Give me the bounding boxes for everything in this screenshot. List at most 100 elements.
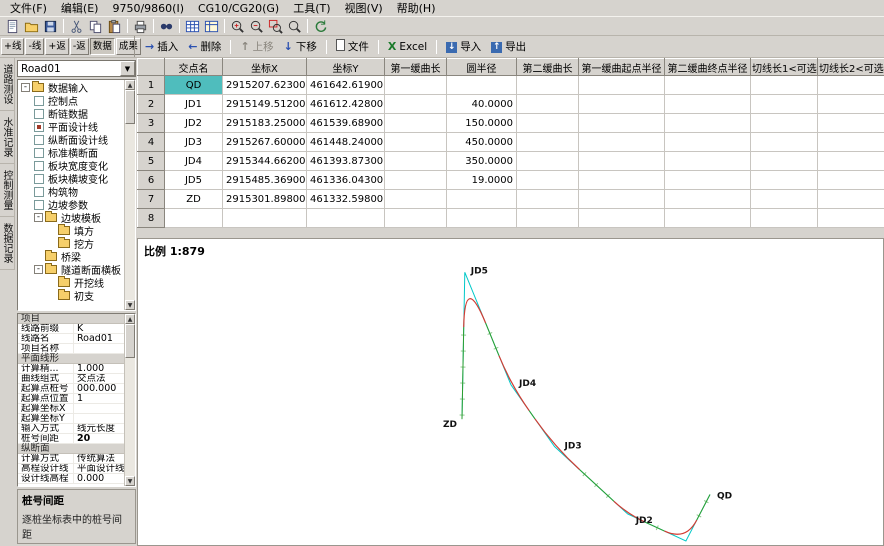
table-cell[interactable]: [517, 95, 579, 114]
table-cell[interactable]: 2915183.25000: [223, 114, 307, 133]
scroll-track[interactable]: [125, 124, 135, 300]
table-cell[interactable]: 2915485.36900: [223, 171, 307, 190]
table-cell[interactable]: QD: [165, 76, 223, 95]
menu-item[interactable]: 9750/9860(I): [105, 1, 191, 16]
menu-item[interactable]: 文件(F): [3, 1, 54, 16]
expander-icon[interactable]: -: [34, 213, 43, 222]
checkbox[interactable]: [34, 187, 44, 197]
table-cell[interactable]: [818, 95, 884, 114]
table-corner[interactable]: [138, 59, 165, 76]
side-tab[interactable]: 控制测量: [0, 164, 15, 217]
table-cell[interactable]: [818, 133, 884, 152]
property-row[interactable]: 起算点位置1: [18, 394, 135, 404]
toolbar-down-button[interactable]: ↓下移: [280, 38, 321, 56]
property-row[interactable]: 设计线高程0.000: [18, 474, 135, 484]
property-row[interactable]: 线路前缀K: [18, 324, 135, 334]
table-cell[interactable]: [517, 133, 579, 152]
tb-open-folder-button[interactable]: [22, 17, 41, 35]
table-cell[interactable]: 461336.04300: [307, 171, 385, 190]
table-cell[interactable]: [665, 76, 751, 95]
table-cell[interactable]: [517, 190, 579, 209]
table-cell[interactable]: [447, 209, 517, 228]
menu-item[interactable]: 工具(T): [286, 1, 337, 16]
toolbar-delete-button[interactable]: ←删除: [184, 38, 225, 56]
tb-rotate-button[interactable]: [311, 17, 330, 35]
table-cell[interactable]: [579, 133, 665, 152]
table-cell[interactable]: [818, 190, 884, 209]
table-cell[interactable]: 40.0000: [447, 95, 517, 114]
table-cell[interactable]: [751, 95, 818, 114]
property-row[interactable]: 输入方式线元长度: [18, 424, 135, 434]
mode-tab[interactable]: -返: [70, 38, 89, 55]
table-cell[interactable]: [447, 190, 517, 209]
table-cell[interactable]: 461393.87300: [307, 152, 385, 171]
mode-tab[interactable]: +返: [45, 38, 68, 55]
table-cell[interactable]: 350.0000: [447, 152, 517, 171]
table-cell[interactable]: [818, 76, 884, 95]
table-cell[interactable]: [665, 190, 751, 209]
row-header[interactable]: 7: [138, 190, 165, 209]
table-cell[interactable]: [818, 114, 884, 133]
tb-new-file-button[interactable]: [3, 17, 22, 35]
property-row[interactable]: 起算坐标X: [18, 404, 135, 414]
table-cell[interactable]: 2915149.51200: [223, 95, 307, 114]
expander-icon[interactable]: -: [34, 265, 43, 274]
table-cell[interactable]: [818, 209, 884, 228]
table-cell[interactable]: ZD: [165, 190, 223, 209]
property-row[interactable]: 曲线组式交点法: [18, 374, 135, 384]
property-row[interactable]: 起算点桩号000.000: [18, 384, 135, 394]
table-cell[interactable]: 461332.59800: [307, 190, 385, 209]
tb-grid-large-button[interactable]: [183, 17, 202, 35]
column-header[interactable]: 第二缓曲长: [517, 59, 579, 76]
table-cell[interactable]: [665, 171, 751, 190]
tb-print-button[interactable]: [131, 17, 150, 35]
tb-zoom-out-button[interactable]: [247, 17, 266, 35]
table-cell[interactable]: JD5: [165, 171, 223, 190]
tb-paste-button[interactable]: [105, 17, 124, 35]
table-cell[interactable]: [751, 114, 818, 133]
plot-area[interactable]: 比例 1:879 QDJD1JD2JD3JD4JD5ZD: [137, 238, 884, 546]
column-header[interactable]: 切线长2<可选>: [818, 59, 884, 76]
property-row[interactable]: 线路名Road01: [18, 334, 135, 344]
tree-item[interactable]: 初支: [18, 289, 135, 302]
table-cell[interactable]: [517, 76, 579, 95]
column-header[interactable]: 圆半径: [447, 59, 517, 76]
table-cell[interactable]: [665, 152, 751, 171]
mode-tab[interactable]: +线: [1, 38, 24, 55]
scroll-down-icon[interactable]: ▼: [125, 300, 135, 310]
table-cell[interactable]: [665, 95, 751, 114]
table-cell[interactable]: 461448.24000: [307, 133, 385, 152]
property-row[interactable]: 计算精...1.000: [18, 364, 135, 374]
mode-tab[interactable]: -线: [25, 38, 44, 55]
table-cell[interactable]: 150.0000: [447, 114, 517, 133]
column-header[interactable]: 切线长1<可选>: [751, 59, 818, 76]
column-header[interactable]: 坐标Y: [307, 59, 385, 76]
tb-zoom-extent-button[interactable]: [285, 17, 304, 35]
table-cell[interactable]: [447, 76, 517, 95]
property-row[interactable]: 起算坐标Y: [18, 414, 135, 424]
tb-zoom-window-button[interactable]: [266, 17, 285, 35]
table-cell[interactable]: 2915267.60000: [223, 133, 307, 152]
tb-cut-button[interactable]: [67, 17, 86, 35]
table-cell[interactable]: 19.0000: [447, 171, 517, 190]
table-cell[interactable]: [385, 114, 447, 133]
table-cell[interactable]: [385, 190, 447, 209]
table-cell[interactable]: [517, 152, 579, 171]
row-header[interactable]: 1: [138, 76, 165, 95]
side-tab[interactable]: 道路测设: [0, 58, 15, 111]
menu-item[interactable]: 编辑(E): [54, 1, 106, 16]
table-cell[interactable]: [385, 152, 447, 171]
tb-find-button[interactable]: [157, 17, 176, 35]
tb-save-button[interactable]: [41, 17, 60, 35]
toolbar-export-button[interactable]: ↑导出: [487, 38, 530, 56]
column-header[interactable]: 坐标X: [223, 59, 307, 76]
scroll-up-icon[interactable]: ▲: [125, 314, 135, 324]
table-cell[interactable]: [579, 152, 665, 171]
scroll-track[interactable]: [125, 358, 135, 476]
table-cell[interactable]: [751, 171, 818, 190]
table-cell[interactable]: [385, 95, 447, 114]
table-cell[interactable]: [385, 171, 447, 190]
table-cell[interactable]: [751, 133, 818, 152]
mode-tab[interactable]: 数据: [90, 38, 115, 55]
vertical-scrollbar[interactable]: ▲▼: [124, 314, 135, 486]
